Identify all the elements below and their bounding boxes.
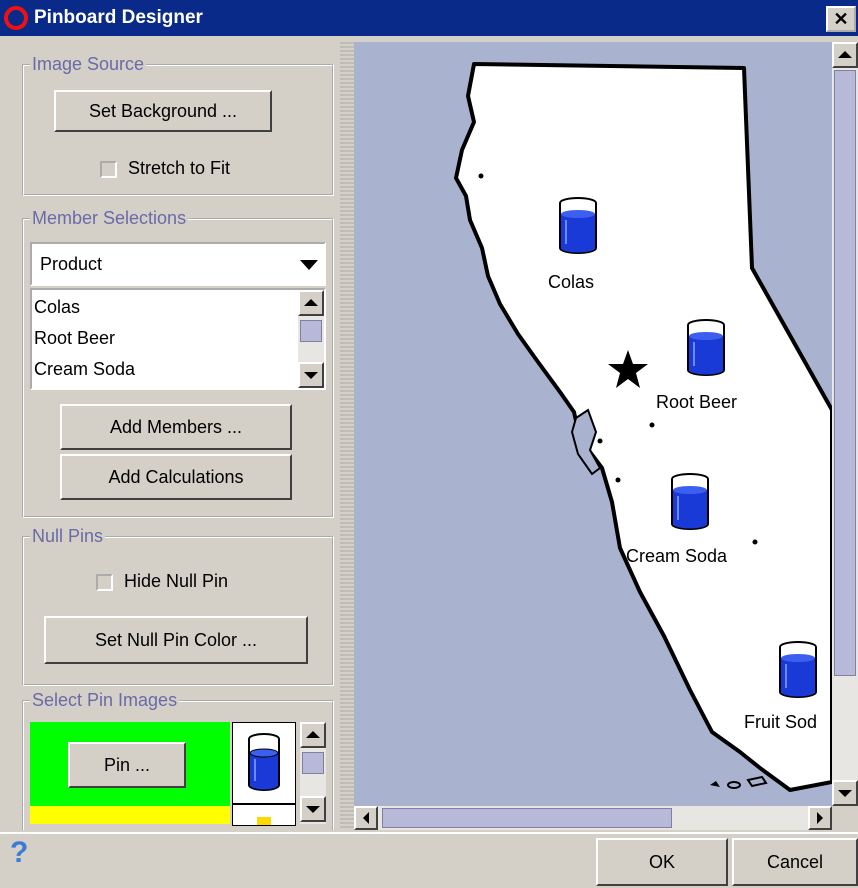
pin-label: Cream Soda [626,546,728,566]
pin-images-title: Select Pin Images [30,690,180,710]
arrow-down-icon [304,372,318,379]
arrow-down-icon [306,806,320,813]
scroll-down-button[interactable] [300,796,326,822]
arrow-up-icon [306,731,320,738]
chevron-down-icon [300,260,318,270]
california-map [454,62,832,792]
image-source-title: Image Source [30,54,147,74]
help-icon[interactable]: ? [10,836,28,870]
list-scrollbar[interactable] [298,290,324,388]
member-list[interactable]: Colas Root Beer Cream Soda [30,288,326,390]
null-pins-title: Null Pins [30,526,106,546]
scroll-thumb[interactable] [834,70,856,676]
pin-image-button[interactable]: Pin ... [68,742,186,788]
add-calculations-button[interactable]: Add Calculations [60,454,292,500]
cancel-button[interactable]: Cancel [732,838,858,886]
pin-label: Root Beer [656,392,738,412]
pin-cup-icon[interactable] [666,472,714,534]
add-members-button[interactable]: Add Members ... [60,404,292,450]
pin-label: Fruit Sod [744,712,818,732]
arrow-up-icon [838,51,852,58]
pin-cup-icon[interactable] [682,318,730,380]
splitter[interactable] [340,42,354,830]
scroll-up-button[interactable] [832,42,858,68]
window-title: Pinboard Designer [34,7,203,28]
stretch-label: Stretch to Fit [128,158,231,178]
list-item[interactable]: Colas [34,295,80,319]
arrow-right-icon [817,812,823,824]
pin-cup-icon[interactable] [774,640,822,702]
footer-divider [0,832,858,834]
arrow-left-icon [363,812,369,824]
app-icon [4,6,28,30]
scroll-thumb[interactable] [300,320,322,342]
list-item[interactable]: Cream Soda [34,357,135,381]
pin-preview[interactable] [232,722,296,804]
map-canvas[interactable]: Colas Root Beer Cream Soda Fruit Sod [354,42,832,806]
arrow-up-icon [304,299,318,306]
map-horizontal-scrollbar[interactable] [354,806,832,830]
ok-button[interactable]: OK [596,838,728,886]
dimension-value: Product [40,254,103,274]
pin-color-swatch-2[interactable] [30,806,230,824]
map-vertical-scrollbar[interactable] [832,42,858,806]
pin-preview-2[interactable] [232,804,296,826]
dimension-dropdown[interactable]: Product [30,242,326,286]
pin-cup-icon[interactable] [554,196,602,258]
scroll-right-button[interactable] [808,806,832,830]
member-selections-title: Member Selections [30,208,189,228]
arrow-down-icon [838,790,852,797]
close-button[interactable]: ✕ [826,6,856,32]
hide-null-pin-label: Hide Null Pin [124,571,229,591]
stretch-checkbox[interactable] [100,161,117,178]
pin-label: Colas [548,272,595,292]
scroll-down-button[interactable] [832,780,858,806]
cup-icon [248,733,280,791]
list-item[interactable]: Root Beer [34,326,115,350]
set-background-button[interactable]: Set Background ... [54,90,272,132]
set-null-pin-color-button[interactable]: Set Null Pin Color ... [44,616,308,664]
scroll-thumb[interactable] [302,752,324,774]
pin-scrollbar[interactable] [300,722,326,824]
scroll-up-button[interactable] [300,722,326,748]
scroll-thumb[interactable] [382,808,672,828]
scroll-up-button[interactable] [298,290,324,316]
scroll-down-button[interactable] [298,362,324,388]
hide-null-pin-checkbox[interactable] [96,574,113,591]
scroll-left-button[interactable] [354,806,378,830]
